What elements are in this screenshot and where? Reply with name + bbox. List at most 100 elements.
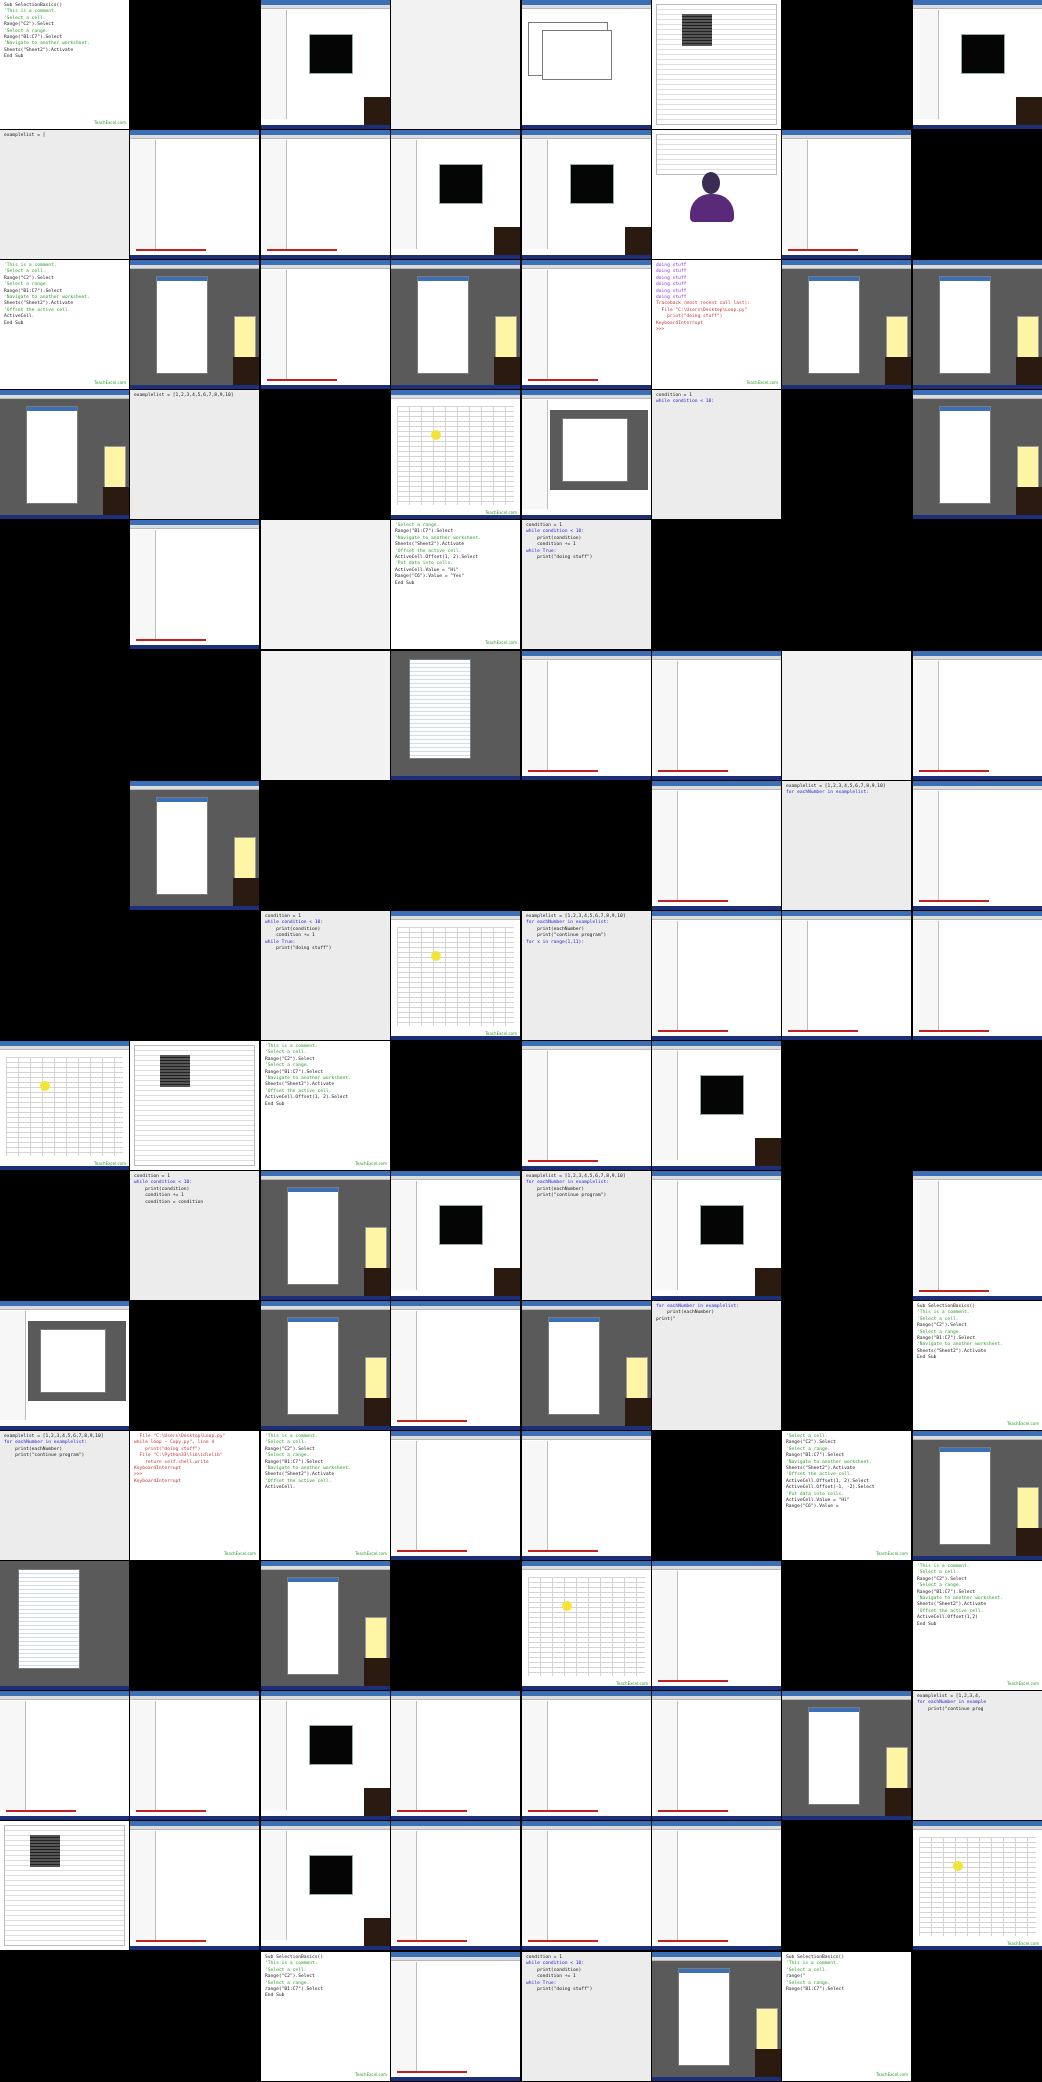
video-thumbnail[interactable] [261,130,390,259]
video-thumbnail[interactable] [782,1691,911,1820]
video-thumbnail[interactable]: 'This is a comment. 'Select a cell. Range(… [261,1431,390,1560]
video-thumbnail[interactable] [522,130,651,259]
video-thumbnail[interactable] [130,130,259,259]
video-thumbnail[interactable] [0,911,129,1040]
video-thumbnail[interactable]: TeachExcel.com [391,911,520,1040]
video-thumbnail[interactable] [0,781,129,910]
video-thumbnail[interactable] [782,520,911,649]
video-thumbnail[interactable] [261,1691,390,1820]
video-thumbnail[interactable] [782,390,911,519]
video-thumbnail[interactable] [261,520,390,649]
video-thumbnail[interactable]: examplelist = [1,2,3,4,5,6,7,8,9,10] for … [522,911,651,1040]
video-thumbnail[interactable] [391,1952,520,2081]
video-thumbnail[interactable] [522,651,651,780]
video-thumbnail[interactable] [522,390,651,519]
video-thumbnail[interactable]: 'Select a cell. Range("C2").Select 'Select… [782,1431,911,1560]
video-thumbnail[interactable] [0,1952,129,2081]
video-thumbnail[interactable] [782,911,911,1040]
video-thumbnail[interactable] [0,1821,129,1950]
video-thumbnail[interactable]: examplelist = [1,2,3,4,5,6,7,8,9,10] [130,390,259,519]
video-thumbnail[interactable] [130,781,259,910]
video-thumbnail[interactable] [652,651,781,780]
video-thumbnail[interactable]: 'Select a range. Range("B1:C7").Select 'Na… [391,520,520,649]
video-thumbnail[interactable] [130,1952,259,2081]
video-thumbnail[interactable]: TeachExcel.com [0,1041,129,1170]
video-thumbnail[interactable] [782,260,911,389]
video-thumbnail[interactable] [522,1041,651,1170]
video-thumbnail[interactable]: Sub SelectionBasics() 'This is a comment.… [261,1952,390,2081]
video-thumbnail[interactable] [130,520,259,649]
video-thumbnail[interactable] [652,1561,781,1690]
video-thumbnail[interactable] [913,0,1042,129]
video-thumbnail[interactable] [522,781,651,910]
video-thumbnail[interactable] [652,0,781,129]
video-thumbnail[interactable] [652,1431,781,1560]
video-thumbnail[interactable]: Sub SelectionBasics() 'This is a comment.… [782,1952,911,2081]
video-thumbnail[interactable] [391,260,520,389]
video-thumbnail[interactable] [130,1041,259,1170]
video-thumbnail[interactable]: Sub SelectionBasics() 'This is a comment.… [0,0,129,129]
video-thumbnail[interactable] [0,1171,129,1300]
video-thumbnail[interactable] [391,651,520,780]
video-thumbnail[interactable]: condition = 1 while condition < 10: [652,390,781,519]
video-thumbnail[interactable] [652,1821,781,1950]
video-thumbnail[interactable]: examplelist = [ [0,130,129,259]
video-thumbnail[interactable] [913,520,1042,649]
video-thumbnail[interactable] [522,1431,651,1560]
video-thumbnail[interactable]: condition = 1 while condition < 10: print… [522,520,651,649]
video-thumbnail[interactable]: examplelist = [1,2,3,4,5,6,7,8,9,10] for … [782,781,911,910]
video-thumbnail[interactable] [522,1301,651,1430]
video-thumbnail[interactable]: examplelist = [1,2,3,4,5,6,7,8,9,10] for … [522,1171,651,1300]
video-thumbnail[interactable] [782,1041,911,1170]
video-thumbnail[interactable] [261,260,390,389]
video-thumbnail[interactable] [913,1041,1042,1170]
video-thumbnail[interactable] [913,1431,1042,1560]
video-thumbnail[interactable] [130,260,259,389]
video-thumbnail[interactable]: 'This is a comment. 'Select a cell. Range(… [0,260,129,389]
video-thumbnail[interactable] [652,1691,781,1820]
video-thumbnail[interactable] [0,1691,129,1820]
video-thumbnail[interactable]: File "C:\Users\Desktop\Loop.py" while loo… [130,1431,259,1560]
video-thumbnail[interactable] [782,130,911,259]
video-thumbnail[interactable] [652,1171,781,1300]
video-thumbnail[interactable] [130,651,259,780]
video-thumbnail[interactable] [782,0,911,129]
video-thumbnail[interactable]: TeachExcel.com [522,1561,651,1690]
video-thumbnail[interactable]: TeachExcel.com [913,1821,1042,1950]
video-thumbnail[interactable] [391,130,520,259]
video-thumbnail[interactable] [130,1561,259,1690]
video-thumbnail[interactable] [261,1821,390,1950]
video-thumbnail[interactable] [652,520,781,649]
video-thumbnail[interactable] [652,781,781,910]
video-thumbnail[interactable]: 'This is a comment. 'Select a cell. Range(… [913,1561,1042,1690]
video-thumbnail[interactable] [913,130,1042,259]
video-thumbnail[interactable] [391,0,520,129]
video-thumbnail[interactable] [261,651,390,780]
video-thumbnail[interactable] [391,1561,520,1690]
video-thumbnail[interactable] [652,130,781,259]
video-thumbnail[interactable] [522,260,651,389]
video-thumbnail[interactable] [261,390,390,519]
video-thumbnail[interactable]: condition = 1 while condition < 10: print… [130,1171,259,1300]
video-thumbnail[interactable]: TeachExcel.com [391,390,520,519]
video-thumbnail[interactable] [782,1821,911,1950]
video-thumbnail[interactable] [391,1691,520,1820]
video-thumbnail[interactable]: examplelist = [1,2,3,4, for eachNumber in… [913,1691,1042,1820]
video-thumbnail[interactable]: for eachNumber in examplelist: print(eac… [652,1301,781,1430]
video-thumbnail[interactable] [391,1431,520,1560]
video-thumbnail[interactable] [130,1691,259,1820]
video-thumbnail[interactable] [261,0,390,129]
video-thumbnail[interactable] [522,1821,651,1950]
video-thumbnail[interactable] [391,1301,520,1430]
video-thumbnail[interactable] [391,781,520,910]
video-thumbnail[interactable] [913,260,1042,389]
video-thumbnail[interactable] [391,1041,520,1170]
video-thumbnail[interactable] [652,911,781,1040]
video-thumbnail[interactable]: condition = 1 while condition < 10: print… [522,1952,651,2081]
video-thumbnail[interactable] [913,781,1042,910]
video-thumbnail[interactable] [782,1171,911,1300]
video-thumbnail[interactable] [652,1041,781,1170]
video-thumbnail[interactable] [130,1301,259,1430]
video-thumbnail[interactable] [261,781,390,910]
video-thumbnail[interactable] [522,1691,651,1820]
